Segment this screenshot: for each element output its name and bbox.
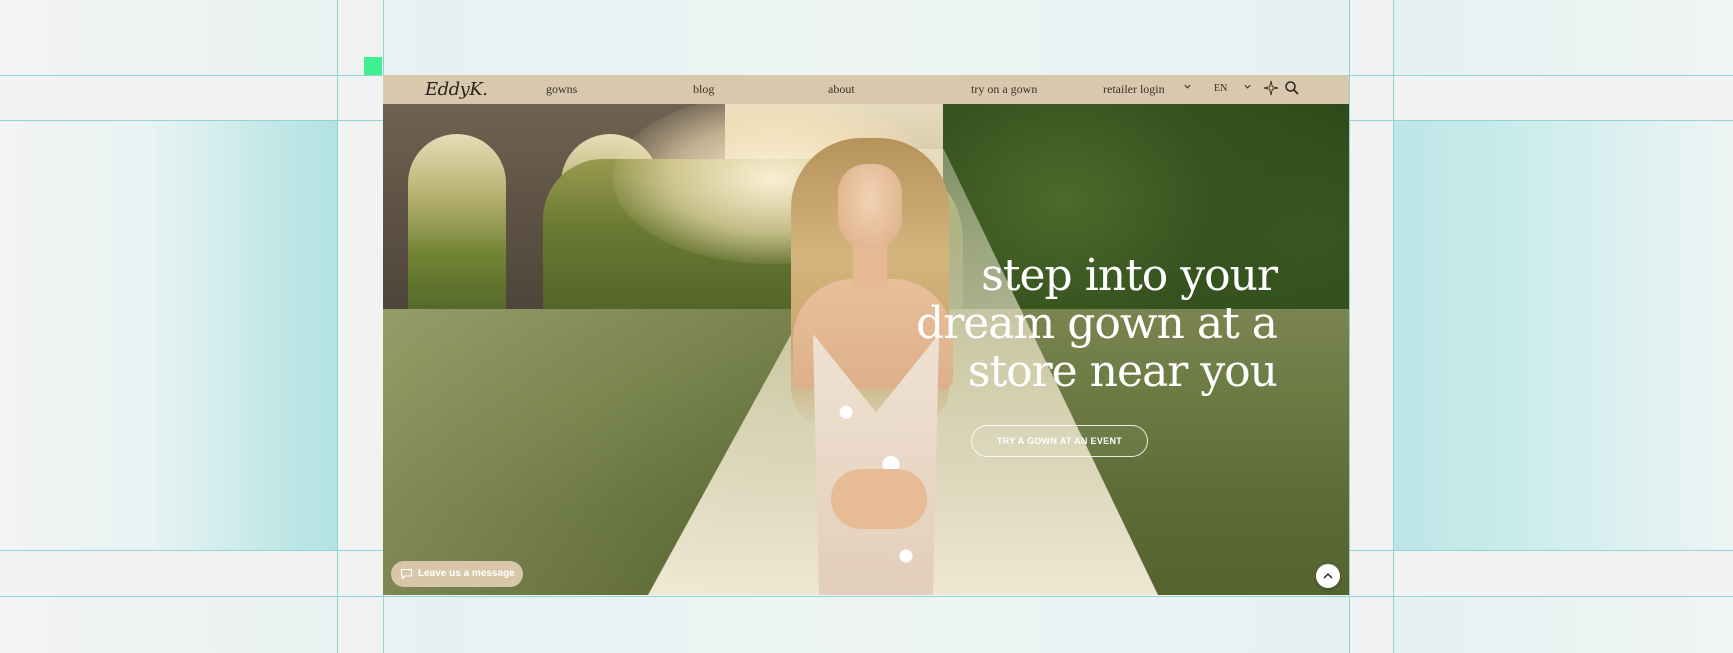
- hero-image: step into your dream gown at a store nea…: [383, 94, 1349, 595]
- guide-line-horizontal: [0, 596, 1733, 597]
- bride-face: [838, 164, 902, 250]
- scroll-to-top-button[interactable]: [1316, 564, 1340, 588]
- right-teal-band: [1349, 120, 1733, 550]
- brand-logo[interactable]: EddyK.: [425, 79, 488, 100]
- chevron-down-icon[interactable]: [1183, 82, 1192, 94]
- bride-hands: [831, 469, 927, 529]
- language-selector[interactable]: EN: [1214, 83, 1227, 94]
- design-canvas: EddyK. gowns blog about try on a gown re…: [0, 0, 1733, 653]
- left-teal-band: [0, 120, 383, 550]
- guide-line-vertical: [337, 0, 338, 653]
- hero-title-line: step into your: [981, 250, 1278, 301]
- stone-arch: [408, 134, 506, 309]
- right-gutter-column: [1349, 0, 1393, 653]
- sparkle-icon[interactable]: [1263, 80, 1279, 96]
- hero-title-line: dream gown at a: [916, 298, 1278, 349]
- nav-item-about[interactable]: about: [828, 82, 855, 97]
- selection-marker[interactable]: [364, 57, 382, 75]
- guide-line-vertical: [1393, 0, 1394, 653]
- hero-title: step into your dream gown at a store nea…: [857, 250, 1278, 397]
- chat-label: Leave us a message: [418, 568, 515, 579]
- chevron-down-icon[interactable]: [1243, 82, 1252, 94]
- nav-item-try-on[interactable]: try on a gown: [971, 82, 1037, 97]
- canvas-bottom-region: [0, 596, 1733, 653]
- nav-item-gowns[interactable]: gowns: [546, 82, 577, 97]
- search-icon[interactable]: [1284, 80, 1300, 96]
- guide-line-vertical: [1349, 0, 1350, 653]
- top-navigation: EddyK. gowns blog about try on a gown re…: [383, 75, 1349, 104]
- leave-message-button[interactable]: Leave us a message: [391, 561, 523, 587]
- try-gown-event-button[interactable]: TRY A GOWN AT AN EVENT: [971, 425, 1148, 457]
- website-frame: EddyK. gowns blog about try on a gown re…: [383, 75, 1349, 595]
- chat-bubble-icon: [400, 568, 413, 580]
- nav-item-retailer-login[interactable]: retailer login: [1103, 82, 1165, 97]
- canvas-top-region: [0, 0, 1733, 75]
- hero-title-line: store near you: [967, 346, 1278, 397]
- left-gutter-column: [337, 0, 383, 653]
- nav-item-blog[interactable]: blog: [693, 82, 714, 97]
- chevron-up-icon: [1323, 572, 1333, 579]
